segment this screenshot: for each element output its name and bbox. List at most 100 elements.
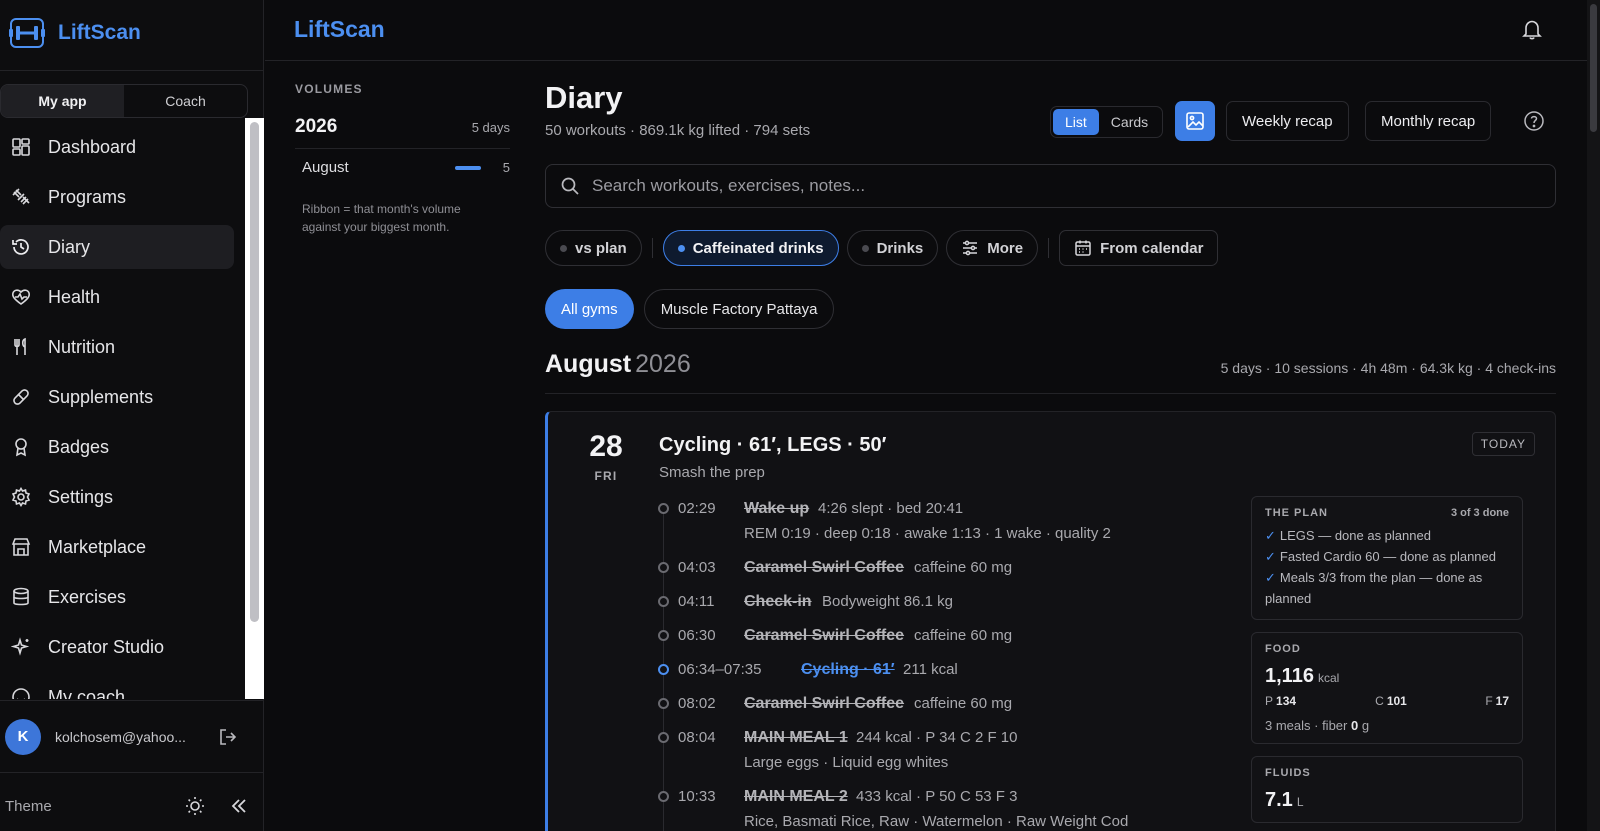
tab-my-app[interactable]: My app bbox=[1, 85, 124, 117]
page-scrollbar[interactable] bbox=[1587, 0, 1600, 831]
event-detail: Bodyweight 86.1 kg bbox=[822, 593, 953, 610]
macro-p-label: P bbox=[1265, 694, 1274, 708]
sidebar-item-diary[interactable]: Diary bbox=[0, 225, 234, 269]
food-card[interactable]: FOOD 1,116 kcal P 134 C 101 F 17 3 meals · f… bbox=[1251, 632, 1523, 744]
food-kcal: 1,116 bbox=[1265, 665, 1314, 687]
event-name: Check-in bbox=[744, 593, 812, 610]
chip-vs-plan[interactable]: vs plan bbox=[545, 230, 642, 266]
bell-icon[interactable] bbox=[1521, 18, 1543, 40]
sidebar-item-label: Exercises bbox=[48, 586, 127, 607]
volumes-year-row[interactable]: 2026 5 days bbox=[295, 116, 510, 149]
event-detail: caffeine 60 mg bbox=[914, 627, 1013, 644]
sidebar-item-programs[interactable]: Programs bbox=[0, 175, 234, 219]
macro-c-value: 101 bbox=[1386, 694, 1407, 708]
sidebar-item-exercises[interactable]: Exercises bbox=[0, 575, 234, 619]
day-number: 28 bbox=[589, 430, 623, 463]
gym-all-button[interactable]: All gyms bbox=[545, 289, 634, 329]
scrollbar-thumb[interactable] bbox=[250, 122, 259, 622]
volumes-month-row[interactable]: August 5 bbox=[295, 159, 510, 176]
sliders-icon bbox=[963, 240, 978, 256]
volume-ribbon bbox=[454, 165, 481, 170]
event-detail: caffeine 60 mg bbox=[914, 559, 1013, 576]
sidebar-item-marketplace[interactable]: Marketplace bbox=[0, 525, 234, 569]
sidebar-item-nutrition[interactable]: Nutrition bbox=[0, 325, 234, 369]
monthly-recap-button[interactable]: Monthly recap bbox=[1365, 101, 1492, 141]
page-brand-title: LiftScan bbox=[294, 16, 385, 42]
plan-item-text: LEGS — done as planned bbox=[1279, 528, 1431, 543]
chip-label: Caffeinated drinks bbox=[692, 239, 824, 257]
programs-icon bbox=[10, 186, 32, 208]
calendar-icon bbox=[1075, 240, 1091, 256]
photo-view-button[interactable] bbox=[1175, 101, 1215, 141]
chip-label: More bbox=[987, 239, 1024, 257]
event-line2: Rice, Basmati Rice, Raw · Watermelon · R… bbox=[744, 813, 1129, 830]
sidebar-item-my-coach[interactable]: My coach bbox=[0, 675, 234, 699]
day-title: Cycling · 61′, LEGS · 50′ bbox=[659, 434, 887, 456]
collapse-sidebar-icon[interactable] bbox=[228, 795, 250, 817]
event-line2: REM 0:19 · deep 0:18 · awake 1:13 · 1 wa… bbox=[744, 525, 1111, 542]
plan-item: ✓ Fasted Cardio 60 — done as planned bbox=[1265, 546, 1509, 567]
gym-muscle-factory-button[interactable]: Muscle Factory Pattaya bbox=[643, 289, 835, 329]
month-year: 2026 bbox=[635, 350, 691, 378]
view-toggle: List Cards bbox=[1050, 106, 1164, 138]
search-input[interactable] bbox=[592, 176, 1492, 196]
fluids-card[interactable]: FLUIDS 7.1 L bbox=[1251, 756, 1523, 823]
volumes-note: Ribbon = that month's volume against you… bbox=[302, 202, 461, 234]
chip-dot bbox=[677, 244, 685, 252]
chip-caffeinated-drinks[interactable]: Caffeinated drinks bbox=[662, 230, 839, 266]
event-name: Caramel Swirl Coffee bbox=[744, 559, 905, 576]
day-card[interactable]: 28 FRI Cycling · 61′, LEGS · 50′ Smash t… bbox=[545, 411, 1556, 831]
sidebar-item-creator-studio[interactable]: Creator Studio bbox=[0, 625, 234, 669]
help-icon[interactable] bbox=[1523, 110, 1545, 132]
sidebar-nav: Dashboard Programs Diary Health Nutritio… bbox=[0, 125, 244, 699]
fluids-unit: L bbox=[1296, 795, 1304, 809]
sidebar-item-label: Creator Studio bbox=[48, 636, 165, 657]
avatar[interactable]: K bbox=[5, 718, 41, 755]
sidebar-item-label: My coach bbox=[48, 686, 126, 700]
tab-coach[interactable]: Coach bbox=[124, 85, 247, 117]
view-cards-button[interactable]: Cards bbox=[1099, 109, 1160, 135]
sidebar-item-supplements[interactable]: Supplements bbox=[0, 375, 234, 419]
sidebar-item-label: Supplements bbox=[48, 386, 154, 407]
timeline-dot bbox=[658, 791, 669, 802]
theme-label: Theme bbox=[5, 797, 52, 815]
chip-drinks[interactable]: Drinks bbox=[846, 230, 939, 266]
brand-name: LiftScan bbox=[58, 21, 141, 44]
logout-icon[interactable] bbox=[217, 726, 239, 748]
macro-f-value: 17 bbox=[1495, 694, 1510, 708]
brand[interactable]: LiftScan bbox=[6, 12, 141, 54]
plan-item: ✓ Meals 3/3 from the plan — done as plann… bbox=[1265, 567, 1509, 609]
food-fiber: 0 bbox=[1351, 718, 1359, 733]
sidebar-item-label: Diary bbox=[48, 236, 91, 257]
event-detail: 244 kcal · P 34 C 2 F 10 bbox=[856, 729, 1018, 746]
sidebar-item-label: Nutrition bbox=[48, 336, 116, 357]
food-macros: P 134 C 101 F 17 bbox=[1265, 694, 1509, 708]
store-icon bbox=[10, 536, 32, 558]
theme-row: Theme bbox=[5, 795, 250, 817]
timeline-dot bbox=[658, 503, 669, 514]
macro-f-label: F bbox=[1485, 694, 1493, 708]
scrollbar-thumb[interactable] bbox=[1590, 4, 1597, 132]
sidebar-item-label: Health bbox=[48, 286, 101, 307]
from-calendar-button[interactable]: From calendar bbox=[1059, 230, 1219, 266]
view-list-button[interactable]: List bbox=[1053, 109, 1099, 135]
weekly-recap-button[interactable]: Weekly recap bbox=[1226, 101, 1349, 141]
dumbbell-logo-icon bbox=[6, 12, 48, 54]
sidebar-scrollbar[interactable] bbox=[245, 118, 264, 699]
user-row: K kolchosem@yahoo... bbox=[0, 700, 264, 773]
timeline-dot bbox=[658, 562, 669, 573]
event-name: Cycling · 61′ bbox=[801, 661, 895, 678]
sidebar-item-health[interactable]: Health bbox=[0, 275, 234, 319]
sidebar-item-badges[interactable]: Badges bbox=[0, 425, 234, 469]
sidebar-item-dashboard[interactable]: Dashboard bbox=[0, 125, 234, 169]
event-time: 08:02 bbox=[678, 695, 716, 712]
check-icon: ✓ bbox=[1265, 570, 1276, 585]
badge-icon bbox=[10, 436, 32, 458]
event-time: 06:34–07:35 bbox=[678, 661, 762, 678]
sidebar-item-settings[interactable]: Settings bbox=[0, 475, 234, 519]
heart-pulse-icon bbox=[10, 286, 32, 308]
more-filters-button[interactable]: More bbox=[946, 230, 1039, 266]
fluids-value: 7.1 bbox=[1265, 789, 1293, 811]
sun-icon[interactable] bbox=[184, 795, 206, 817]
plan-card[interactable]: THE PLAN 3 of 3 done ✓ LEGS — done as pla… bbox=[1251, 496, 1523, 620]
